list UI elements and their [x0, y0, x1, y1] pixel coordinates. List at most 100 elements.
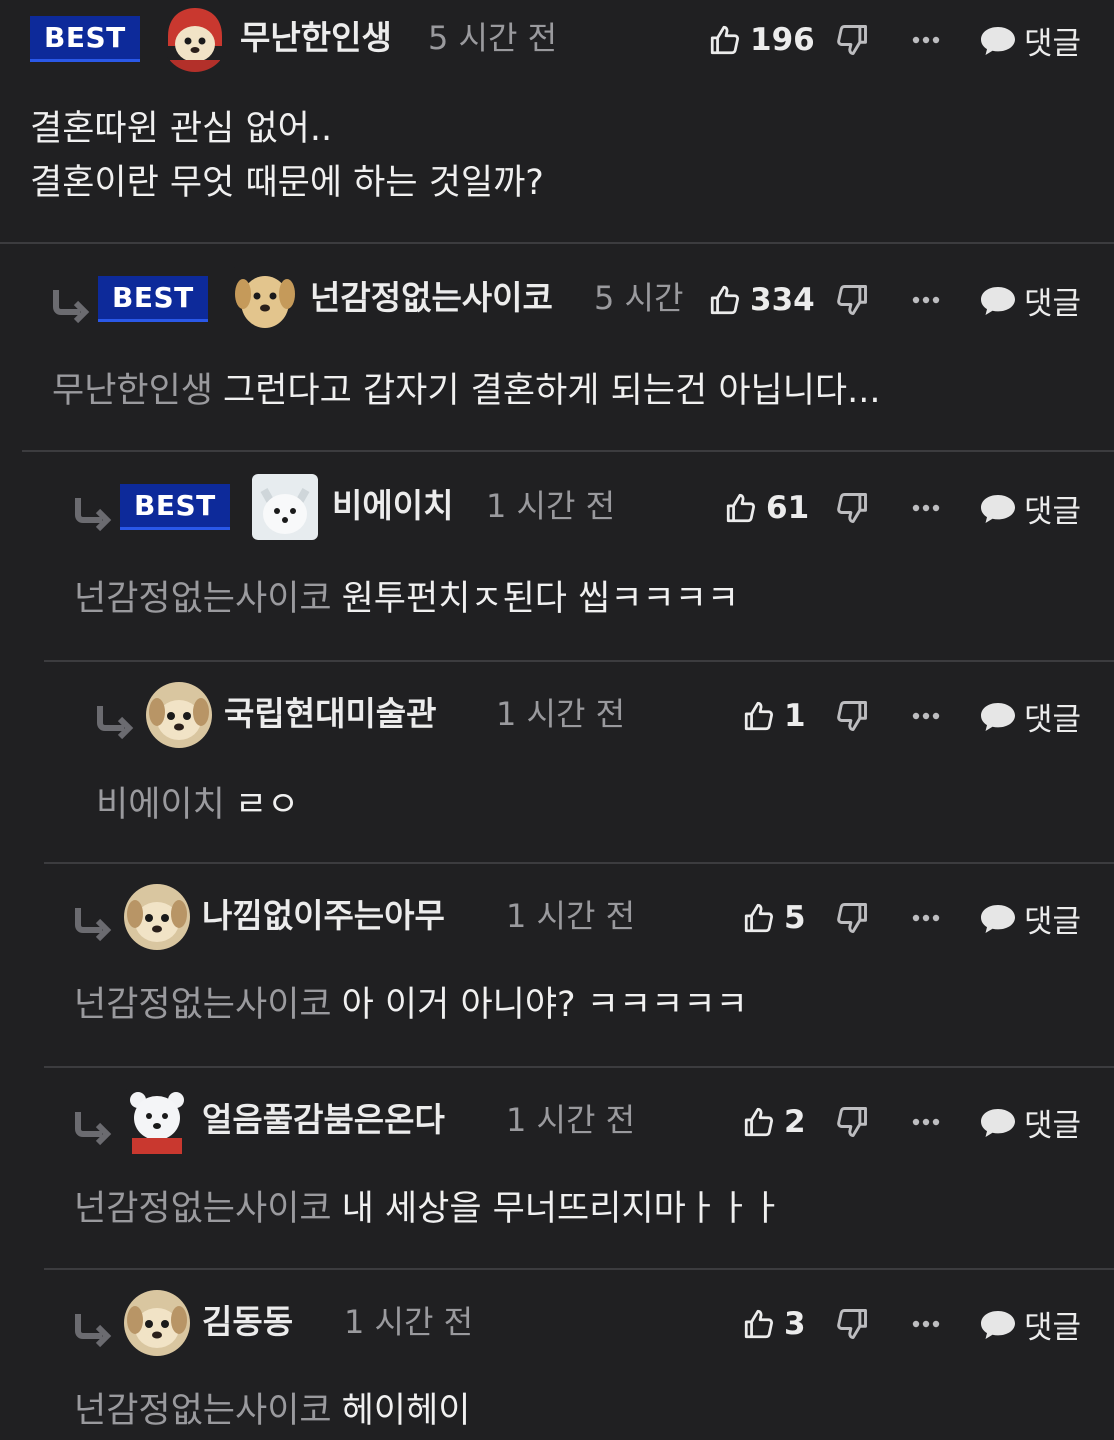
timestamp: 1 시간 전 [486, 487, 616, 525]
golden-puppy-avatar[interactable] [232, 266, 298, 332]
puppy-avatar-image [124, 884, 190, 950]
comment-text: 내 세상을 무너뜨리지마ㅏㅏㅏ [341, 1189, 783, 1229]
reply-button[interactable]: 댓글 [978, 696, 1081, 738]
thumbs-up-icon [742, 1307, 776, 1341]
reply-label: 댓글 [1024, 1107, 1082, 1144]
like-button[interactable]: 2 [742, 1102, 806, 1142]
dislike-button[interactable] [834, 280, 872, 320]
nickname[interactable]: 넌감정없는사이코 [310, 278, 553, 318]
best-badge: BEST [98, 276, 208, 322]
timestamp: 1 시간 전 [506, 897, 636, 935]
reply-button[interactable]: 댓글 [978, 280, 1081, 322]
golden-puppy-avatar-image [232, 266, 298, 332]
puppy-avatar[interactable] [124, 1290, 190, 1356]
like-count: 3 [784, 1306, 806, 1342]
puppy-avatar-image [146, 682, 212, 748]
reply-comment: 국립현대미술관 1 시간 전 1 댓글 비에이치 ㄹㅇ [0, 680, 1114, 825]
reply-button[interactable]: 댓글 [978, 20, 1082, 62]
puppy-avatar[interactable] [146, 682, 212, 748]
comment-text: 헤이헤이 [341, 1391, 471, 1431]
more-button[interactable] [908, 20, 944, 60]
speech-bubble-icon [978, 1306, 1018, 1342]
nickname[interactable]: 김동동 [202, 1302, 293, 1342]
nickname[interactable]: 얼음풀감붐은온다 [202, 1100, 445, 1140]
mention-link[interactable]: 비에이치 [96, 785, 225, 825]
more-button[interactable] [908, 898, 944, 938]
nickname[interactable]: 국립현대미술관 [224, 694, 437, 734]
more-button[interactable] [908, 1304, 944, 1344]
like-button[interactable]: 1 [742, 696, 806, 736]
dislike-button[interactable] [834, 696, 872, 736]
best-badge: BEST [30, 16, 140, 62]
comment-header: 나낌없이주는아무 1 시간 전 5 댓글 [0, 882, 1114, 954]
like-count: 5 [784, 900, 806, 936]
thumbs-down-icon [834, 1102, 870, 1142]
like-count: 61 [766, 490, 810, 526]
speech-bubble-icon [978, 282, 1018, 318]
reply-comment: BEST 넌감정없는사이코 5 시간 334 댓글 무난한인생 그런다고 갑자기 결혼하게 … [0, 264, 1114, 411]
more-button[interactable] [908, 696, 944, 736]
mention-link[interactable]: 넌감정없는사이코 [74, 985, 332, 1025]
comment-body: 넌감정없는사이코 내 세상을 무너뜨리지마ㅏㅏㅏ [74, 1182, 782, 1236]
comment-divider [44, 660, 1114, 662]
more-dots-icon [908, 280, 944, 320]
puppy-hood-avatar[interactable] [162, 6, 228, 72]
thumbs-down-icon [834, 20, 870, 60]
mention-link[interactable]: 넌감정없는사이코 [74, 1391, 332, 1431]
thumbs-down-icon [834, 898, 870, 938]
arctic-fox-avatar[interactable] [252, 474, 318, 540]
comment-body: 넌감정없는사이코 헤이헤이 [74, 1384, 470, 1438]
puppy-avatar[interactable] [124, 884, 190, 950]
polar-bear-avatar[interactable] [124, 1088, 190, 1154]
arctic-fox-avatar-image [252, 474, 318, 540]
dislike-button[interactable] [834, 898, 872, 938]
nickname[interactable]: 무난한인생 [240, 18, 392, 58]
like-button[interactable]: 334 [708, 280, 815, 320]
like-count: 1 [784, 698, 806, 734]
dislike-button[interactable] [834, 1304, 872, 1344]
more-button[interactable] [908, 1102, 944, 1142]
reply-button[interactable]: 댓글 [978, 1304, 1082, 1346]
polar-bear-avatar-image [124, 1088, 190, 1154]
reply-label: 댓글 [1024, 1309, 1082, 1346]
comment-body: 결혼따윈 관심 없어.. 결혼이란 무엇 때문에 하는 것일까? [30, 102, 544, 210]
thumbs-up-icon [742, 901, 776, 935]
timestamp: 1 시간 전 [496, 695, 626, 733]
timestamp: 1 시간 전 [344, 1303, 474, 1341]
comment-line: 결혼따윈 관심 없어.. [30, 109, 333, 149]
reply-button[interactable]: 댓글 [978, 1102, 1082, 1144]
reply-label: 댓글 [1024, 25, 1082, 62]
comment-body: 비에이치 ㄹㅇ [96, 778, 299, 832]
like-count: 2 [784, 1104, 806, 1140]
nickname[interactable]: 나낌없이주는아무 [202, 896, 445, 936]
thumbs-up-icon [708, 283, 742, 317]
like-button[interactable]: 5 [742, 898, 806, 938]
mention-link[interactable]: 넌감정없는사이코 [74, 579, 332, 619]
comment: BEST 무난한인생 5 시간 전 196 댓글 결혼따윈 관심 없어.. 결혼이란 무엇 … [0, 4, 1114, 203]
dislike-button[interactable] [834, 488, 872, 528]
comment-text: 아 이거 아니야? ㅋㅋㅋㅋㅋ [341, 985, 748, 1025]
like-button[interactable]: 196 [708, 20, 815, 60]
comment-divider [22, 450, 1114, 452]
comment-header: 김동동 1 시간 전 3 댓글 [0, 1288, 1114, 1360]
dislike-button[interactable] [834, 20, 872, 60]
mention-link[interactable]: 무난한인생 [52, 371, 213, 411]
more-dots-icon [908, 20, 944, 60]
reply-arrow-icon [72, 1310, 112, 1350]
comment-text: 원투펀치ㅈ된다 씹ㅋㅋㅋㅋ [341, 579, 740, 619]
nickname[interactable]: 비에이치 [332, 486, 453, 526]
reply-button[interactable]: 댓글 [978, 898, 1081, 940]
mention-link[interactable]: 넌감정없는사이코 [74, 1189, 332, 1229]
more-button[interactable] [908, 280, 944, 320]
reply-arrow-icon [72, 904, 112, 944]
dislike-button[interactable] [834, 1102, 872, 1142]
reply-button[interactable]: 댓글 [978, 488, 1081, 530]
like-button[interactable]: 3 [742, 1304, 806, 1344]
timestamp: 5 시간 전 [428, 19, 558, 57]
more-button[interactable] [908, 488, 944, 528]
speech-bubble-icon [978, 22, 1018, 58]
reply-comment: 나낌없이주는아무 1 시간 전 5 댓글넌감정없는사이코 아 이거 아니야? ㅋㅋㅋㅋㅋ [0, 882, 1114, 1025]
more-dots-icon [908, 1102, 944, 1142]
comment-divider [0, 242, 1114, 244]
like-button[interactable]: 61 [724, 488, 809, 528]
